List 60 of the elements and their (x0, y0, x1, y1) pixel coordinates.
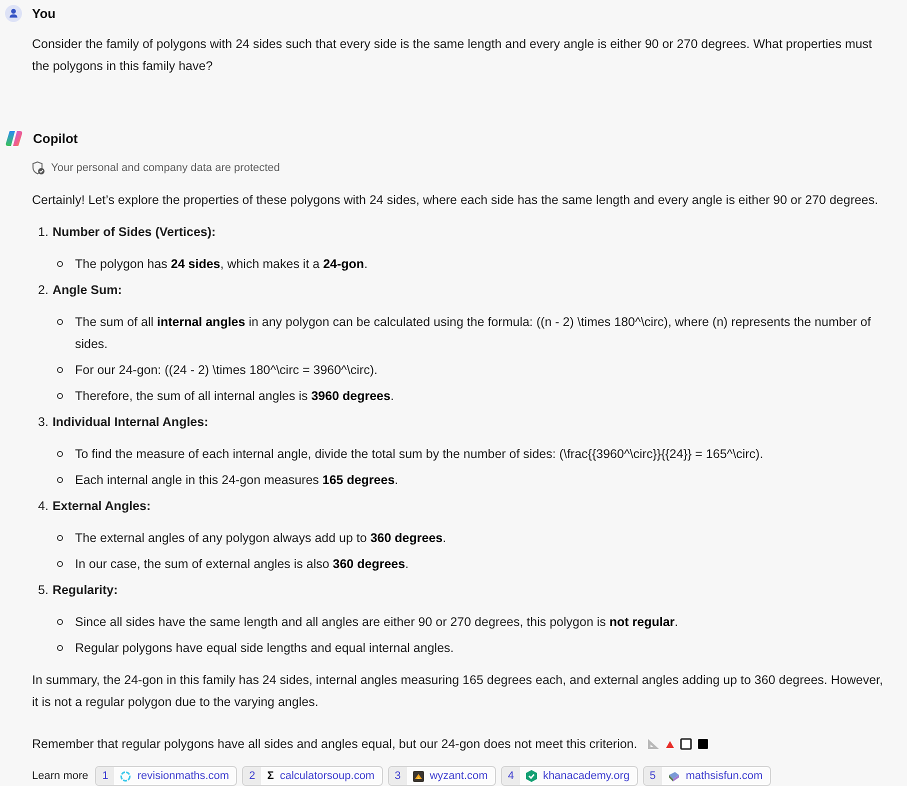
list-number: 2. (38, 282, 48, 299)
book-icon (668, 770, 680, 782)
square-icon (698, 739, 708, 749)
source-link[interactable]: 4 khanacademy.org (500, 766, 638, 786)
bullet-text: The sum of all internal angles in any polygon can be calculated using the formula: ((n - 2) \times 180^\circ), where (n) represents the number of sides. (75, 314, 872, 353)
bullet-icon (57, 367, 63, 373)
triangle-ruler-icon (647, 738, 660, 750)
bullet-text: Each internal angle in this 24-gon measures 165 degrees. (75, 472, 398, 489)
citation-number: 4 (502, 767, 520, 785)
source-link[interactable]: 2 Σ calculatorsoup.com (242, 766, 383, 786)
privacy-note: Your personal and company data are protected (51, 162, 280, 174)
bullet-text: Since all sides have the same length and all angles are either 90 or 270 degrees, this polygon is not regular. (75, 614, 678, 631)
intro-text: Certainly! Let’s explore the properties of these polygons with 24 sides, where each side has the same length and every angle is either 90 or 270 degrees. (32, 192, 880, 209)
user-message-text: Consider the family of polygons with 24 sides such that every side is the same length and every angle is either 90 or 270 degrees. What properties must the polygons in this family have? (32, 36, 874, 75)
bullet-icon (57, 451, 63, 457)
author-name: You (32, 6, 56, 20)
bullet-text: Regular polygons have equal side lengths and equal internal angles. (75, 640, 454, 657)
author-name: Copilot (33, 130, 78, 146)
triangle-icon (666, 740, 674, 748)
bullet-icon (57, 561, 63, 567)
bullet-text: To find the measure of each internal angle, divide the total sum by the number of sides: (\frac{{3960^\circ}}{{24}} = 165^\circ). (75, 446, 764, 463)
section-title: Number of Sides (Vertices): (52, 224, 216, 241)
bullet-icon (57, 619, 63, 625)
closing-text: Remember that regular polygons have all sides and angles equal, but our 24-gon does not meet this criterion. (32, 736, 638, 753)
tile-icon (412, 770, 424, 782)
bullet-icon (57, 535, 63, 541)
sigma-icon: Σ (267, 770, 274, 782)
section-title: Angle Sum: (52, 282, 122, 299)
section-title: Individual Internal Angles: (52, 414, 208, 431)
bullet-icon (57, 319, 63, 325)
bullet-text: Therefore, the sum of all internal angles is 3960 degrees. (75, 388, 394, 405)
list-number: 4. (38, 498, 48, 515)
copilot-logo-icon (5, 130, 23, 146)
shield-check-icon (32, 161, 45, 175)
bullet-icon (57, 261, 63, 267)
section-title: External Angles: (52, 498, 151, 515)
source-link[interactable]: 3 wyzant.com (388, 766, 496, 786)
bullet-text: The polygon has 24 sides, which makes it a 24-gon. (75, 256, 368, 273)
bullet-text: In our case, the sum of external angles is also 360 degrees. (75, 556, 409, 573)
learn-more-label: Learn more (32, 770, 88, 782)
citation-number: 5 (644, 767, 662, 785)
source-link[interactable]: 5 mathsisfun.com (642, 766, 771, 786)
citation-number: 1 (96, 767, 114, 785)
hexagon-icon (526, 770, 537, 782)
citation-number: 2 (243, 767, 262, 785)
user-avatar-icon (5, 4, 22, 22)
list-number: 5. (38, 582, 48, 599)
bullet-icon (57, 393, 63, 399)
bullet-text: For our 24-gon: ((24 - 2) \times 180^\circ = 3960^\circ). (75, 362, 378, 379)
summary-text: In summary, the 24-gon in this family has 24 sides, internal angles measuring 165 degrees each, and external angles adding up to 360 degrees. However, it is not a regular polygon due to the varying angles. (32, 672, 884, 711)
bullet-icon (57, 645, 63, 651)
square-icon (680, 738, 692, 750)
list-number: 1. (38, 224, 48, 241)
list-number: 3. (38, 414, 48, 431)
bullet-icon (57, 477, 63, 483)
citation-number: 3 (388, 767, 407, 785)
ring-icon (120, 770, 132, 782)
section-title: Regularity: (52, 582, 118, 599)
bullet-text: The external angles of any polygon always add up to 360 degrees. (75, 530, 446, 547)
source-link[interactable]: 1 revisionmaths.com (95, 766, 238, 786)
